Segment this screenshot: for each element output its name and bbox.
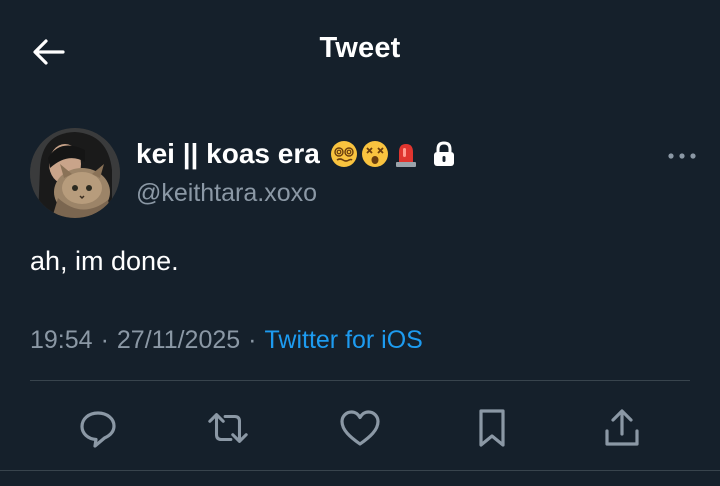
protected-lock-icon [433, 141, 454, 166]
username-handle[interactable]: @keithtara.xoxo [136, 179, 317, 208]
like-button[interactable] [338, 406, 382, 450]
tweet-metadata: 19:54 · 27/11/2025 · Twitter for iOS [30, 326, 423, 355]
avatar[interactable] [30, 128, 120, 218]
tweet-date: 27/11/2025 [116, 326, 241, 354]
divider [0, 470, 720, 471]
reply-button[interactable] [76, 406, 120, 450]
tweet-author: kei || koas era @keithtara.xoxo [30, 128, 710, 218]
tweet-text: ah, im done. [30, 246, 179, 276]
more-dots-icon [668, 153, 696, 159]
display-name[interactable]: kei || koas era [136, 138, 320, 170]
heart-icon [340, 410, 380, 446]
retweet-button[interactable] [206, 406, 250, 450]
more-options-button[interactable] [662, 144, 702, 168]
meta-separator: · [248, 326, 257, 354]
page-title: Tweet [319, 32, 401, 64]
bookmark-button[interactable] [470, 406, 514, 450]
meta-separator: · [100, 326, 109, 354]
reply-icon [80, 411, 116, 448]
bookmark-icon [479, 409, 505, 447]
rotating-light-emoji-icon [395, 144, 416, 167]
tweet-detail-screen: Tweet kei || koas era @keithtara.xoxo ah… [0, 0, 720, 486]
divider [30, 380, 690, 381]
tweet-time: 19:54 [30, 326, 93, 354]
avatar-image [30, 128, 120, 218]
share-icon [605, 409, 639, 446]
woozy-face-emoji-icon [330, 141, 357, 167]
retweet-icon [208, 413, 248, 443]
name-row: kei || koas era [136, 138, 458, 170]
dizzy-face-emoji-icon [361, 141, 388, 167]
action-bar [0, 400, 720, 460]
top-bar: Tweet [0, 0, 720, 100]
share-button[interactable] [600, 406, 644, 450]
tweet-source-link[interactable]: Twitter for iOS [265, 326, 423, 354]
